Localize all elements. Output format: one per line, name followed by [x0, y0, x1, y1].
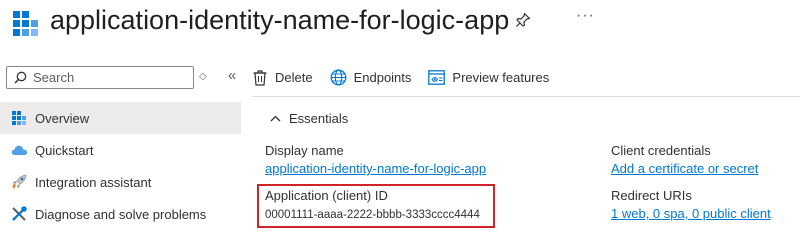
overview-icon — [10, 109, 28, 127]
client-credentials-label: Client credentials — [611, 143, 711, 158]
preview-features-label: Preview features — [452, 69, 550, 85]
collapse-menu-icon[interactable]: « — [228, 67, 236, 85]
redirect-uris-link[interactable]: 1 web, 0 spa, 0 public client — [611, 206, 771, 221]
sidebar-item-label: Overview — [35, 110, 90, 126]
search-icon — [14, 71, 27, 84]
sidebar-nav: Overview Quickstart Integration assistan… — [0, 102, 241, 230]
endpoints-label: Endpoints — [353, 69, 412, 85]
essentials-toggle[interactable]: Essentials — [270, 111, 348, 126]
sidebar-item-diagnose[interactable]: Diagnose and solve problems — [0, 198, 241, 230]
search-box[interactable] — [6, 66, 194, 89]
preview-features-icon — [428, 69, 446, 85]
sidebar-item-quickstart[interactable]: Quickstart — [0, 134, 241, 166]
sidebar-item-label: Diagnose and solve problems — [35, 206, 207, 222]
display-name-label: Display name — [265, 143, 344, 158]
trash-icon — [253, 69, 267, 86]
page-title: application-identity-name-for-logic-app — [50, 5, 510, 35]
app-registration-icon — [13, 11, 38, 36]
search-input[interactable] — [33, 70, 183, 85]
essentials-title: Essentials — [289, 111, 349, 126]
rocket-icon — [10, 173, 28, 191]
redirect-uris-label: Redirect URIs — [611, 188, 692, 203]
sidebar-item-label: Quickstart — [35, 142, 94, 158]
divider — [252, 96, 800, 97]
sidebar-item-integration-assistant[interactable]: Integration assistant — [0, 166, 241, 198]
wrench-cross-icon — [10, 205, 28, 223]
command-bar: Delete Endpoints Preview features — [252, 66, 566, 88]
display-name-link[interactable]: application-identity-name-for-logic-app — [265, 161, 486, 176]
endpoints-button[interactable]: Endpoints — [330, 69, 412, 86]
chevron-up-icon — [270, 115, 281, 122]
more-options-icon[interactable]: ··· — [576, 6, 595, 26]
client-credentials-link[interactable]: Add a certificate or secret — [611, 161, 758, 176]
delete-button[interactable]: Delete — [252, 69, 313, 86]
preview-features-button[interactable]: Preview features — [428, 70, 549, 85]
sidebar-item-overview[interactable]: Overview — [0, 102, 241, 134]
globe-icon — [330, 69, 347, 85]
pin-icon[interactable] — [515, 12, 531, 28]
app-id-highlight-box — [257, 184, 495, 228]
delete-label: Delete — [275, 69, 313, 85]
cloud-icon — [10, 141, 28, 159]
sidebar-item-label: Integration assistant — [35, 174, 152, 190]
sort-toggle-icon[interactable]: ◇ — [199, 70, 207, 84]
